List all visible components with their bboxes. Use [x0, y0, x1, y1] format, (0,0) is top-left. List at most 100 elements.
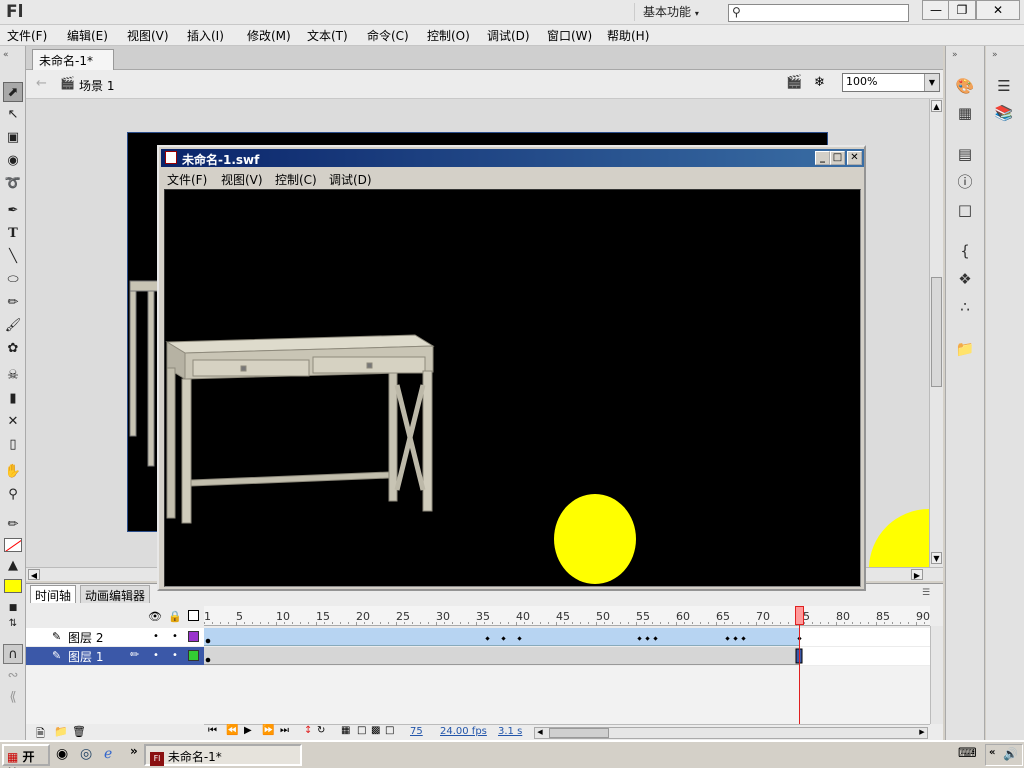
visibility-dot[interactable]: •: [153, 650, 159, 661]
lock-icon[interactable]: 🔒: [168, 610, 182, 623]
color-panel-icon[interactable]: 🎨: [954, 75, 976, 97]
volume-icon[interactable]: 🔊: [1003, 747, 1018, 761]
help-search-input[interactable]: ⚲: [728, 4, 909, 22]
menu-commands[interactable]: 命令(C): [367, 27, 409, 44]
swf-menu-file[interactable]: 文件(F): [167, 171, 207, 188]
text-tool-icon[interactable]: T: [3, 224, 23, 244]
menu-insert[interactable]: 插入(I): [187, 27, 224, 44]
current-frame[interactable]: 75: [410, 726, 423, 737]
center-frame-icon[interactable]: ↕: [304, 725, 312, 736]
zoom-tool-icon[interactable]: ⚲: [3, 485, 23, 505]
show-hide-eye-icon[interactable]: 👁: [148, 610, 162, 623]
hand-tool-icon[interactable]: ✋: [3, 462, 23, 482]
edit-symbols-icon[interactable]: ❄: [814, 75, 825, 90]
elapsed-time[interactable]: 3.1 s: [498, 726, 522, 737]
lasso-tool-icon[interactable]: ➰: [3, 174, 23, 194]
edit-scene-icon[interactable]: 🎬: [786, 75, 802, 90]
onion-outline-icon[interactable]: □: [357, 725, 366, 736]
menu-help[interactable]: 帮助(H): [607, 27, 649, 44]
frame-rate[interactable]: 24.00 fps: [440, 726, 487, 737]
minimize-button[interactable]: —: [922, 0, 950, 20]
align-panel-icon[interactable]: ▤: [954, 143, 976, 165]
swf-minimize-button[interactable]: _: [815, 151, 830, 165]
scroll-up-icon[interactable]: ▲: [931, 100, 942, 112]
taskbar-item-flash[interactable]: Fl 未命名-1*: [144, 744, 302, 766]
stroke-color-swatch[interactable]: [4, 538, 22, 552]
back-arrow-icon[interactable]: ←: [36, 76, 47, 91]
layer-outline-color[interactable]: [188, 631, 199, 642]
motion-presets-icon[interactable]: ∴: [954, 296, 976, 318]
layer-row[interactable]: ✎ 图层 2 • •: [26, 628, 930, 646]
ie-icon[interactable]: ℯ: [104, 746, 112, 762]
layer-frames[interactable]: [204, 647, 930, 665]
project-panel-icon[interactable]: 📁: [954, 338, 976, 360]
library-panel-icon[interactable]: 📚: [993, 102, 1015, 124]
quicklaunch-more-icon[interactable]: »: [130, 744, 138, 758]
scroll-left-icon[interactable]: ◀: [28, 569, 40, 580]
first-frame-icon[interactable]: ⏮: [208, 725, 217, 736]
vertical-scroll-thumb[interactable]: [931, 277, 942, 387]
lock-dot[interactable]: •: [172, 631, 178, 642]
3d-rotation-tool-icon[interactable]: ◉: [3, 151, 23, 171]
swf-maximize-button[interactable]: □: [830, 151, 845, 165]
playhead-handle[interactable]: [795, 606, 804, 625]
tab-motion-editor[interactable]: 动画编辑器: [80, 585, 151, 603]
swf-close-button[interactable]: ✕: [847, 151, 862, 165]
timeline-vertical-scrollbar[interactable]: [930, 626, 943, 724]
layer-frames[interactable]: [204, 628, 930, 646]
stroke-color-icon[interactable]: ✏: [3, 515, 23, 535]
expand-panels-icon[interactable]: »: [952, 50, 958, 60]
brush-tool-icon[interactable]: 🖌: [3, 316, 23, 336]
fill-color-swatch[interactable]: [4, 579, 22, 593]
deco-tool-icon[interactable]: ✿: [3, 339, 23, 359]
swap-colors-icon[interactable]: ⇅: [3, 614, 23, 634]
oval-tool-icon[interactable]: ⬭: [3, 270, 23, 290]
browser-icon[interactable]: ◎: [80, 746, 92, 762]
close-button[interactable]: ✕: [976, 0, 1020, 20]
menu-edit[interactable]: 编辑(E): [67, 27, 108, 44]
menu-window[interactable]: 窗口(W): [547, 27, 592, 44]
scroll-left-icon[interactable]: ◀: [535, 728, 545, 738]
pencil-tool-icon[interactable]: ✏: [3, 293, 23, 313]
tab-timeline[interactable]: 时间轴: [30, 585, 77, 603]
onion-skin-icon[interactable]: ▦: [341, 725, 350, 736]
properties-panel-icon[interactable]: ☰: [993, 75, 1015, 97]
scene-label[interactable]: 场景 1: [79, 77, 114, 94]
visibility-dot[interactable]: •: [153, 631, 159, 642]
swatches-panel-icon[interactable]: ▦: [954, 102, 976, 124]
horizontal-scroll-thumb[interactable]: [549, 728, 609, 738]
outline-icon[interactable]: [188, 610, 199, 621]
timeline-horizontal-scrollbar[interactable]: ◀ ▶: [534, 727, 928, 739]
collapse-tools-icon[interactable]: «: [3, 50, 9, 60]
workspace-switcher[interactable]: 基本功能 ▾: [634, 3, 714, 21]
scroll-down-icon[interactable]: ▼: [931, 552, 942, 564]
chrome-icon[interactable]: ◉: [56, 746, 68, 762]
play-icon[interactable]: ▶: [244, 725, 252, 736]
menu-view[interactable]: 视图(V): [127, 27, 169, 44]
expand-panels-icon[interactable]: »: [992, 50, 998, 60]
menu-debug[interactable]: 调试(D): [487, 27, 530, 44]
step-forward-icon[interactable]: ⏩: [262, 725, 274, 736]
eraser-tool-icon[interactable]: ▯: [3, 435, 23, 455]
line-tool-icon[interactable]: ╲: [3, 247, 23, 267]
pen-tool-icon[interactable]: ✒: [3, 201, 23, 221]
start-button[interactable]: ▦ 开始: [2, 744, 50, 768]
zoom-select[interactable]: 100% ▼: [842, 73, 940, 92]
last-frame-icon[interactable]: ⏭: [280, 725, 289, 736]
swf-player-window[interactable]: 未命名-1.swf _ □ ✕ 文件(F) 视图(V) 控制(C) 调试(D): [157, 145, 866, 591]
transform-panel-icon[interactable]: □: [954, 199, 976, 221]
keyboard-icon[interactable]: ⌨: [958, 746, 977, 761]
subselection-tool-icon[interactable]: ↖: [3, 105, 23, 125]
code-snippets-icon[interactable]: {: [954, 240, 976, 262]
modify-markers-icon[interactable]: □: [385, 725, 394, 736]
restore-button[interactable]: ❐: [948, 0, 976, 20]
timeline-options-icon[interactable]: ☰: [922, 588, 930, 598]
frame-ruler[interactable]: 151015202530354045505560657075808590: [204, 606, 930, 626]
edit-multiple-frames-icon[interactable]: ▩: [371, 725, 380, 736]
free-transform-tool-icon[interactable]: ▣: [3, 128, 23, 148]
swf-menu-control[interactable]: 控制(C): [275, 171, 317, 188]
smooth-icon[interactable]: ∾: [3, 666, 23, 686]
snap-to-objects-icon[interactable]: ∩: [3, 644, 23, 664]
stage-vertical-scrollbar[interactable]: ▲ ▼: [929, 99, 943, 567]
step-back-icon[interactable]: ⏪: [226, 725, 238, 736]
